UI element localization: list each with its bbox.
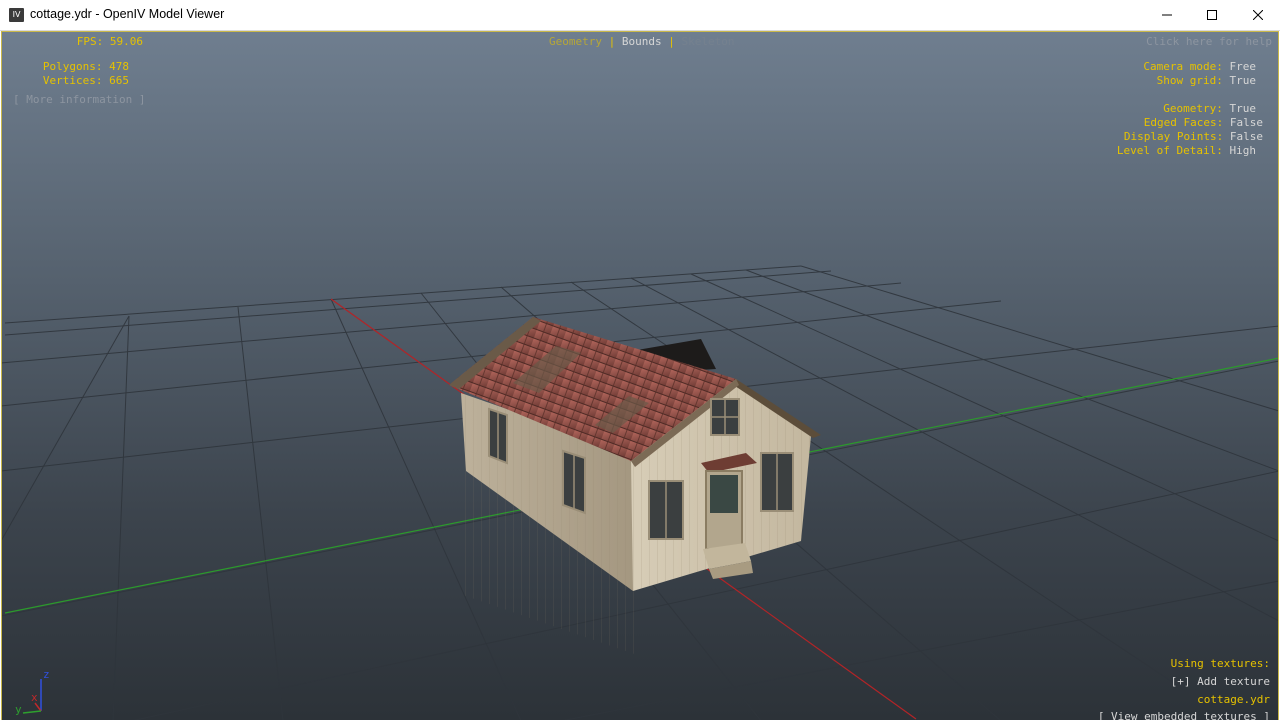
camera-mode-label: Camera mode: [1143,60,1223,73]
fps-label: FPS: [76,35,104,48]
view-mode-tabs: Geometry | Bounds | Skeleton [549,35,734,49]
show-grid-readout[interactable]: Show grid: True [1157,74,1256,88]
show-grid-value: True [1229,74,1257,87]
camera-mode-readout[interactable]: Camera mode: Free [1143,60,1256,74]
show-grid-label: Show grid: [1156,74,1223,87]
texture-file-item[interactable]: cottage.ydr [1197,693,1270,707]
edged-faces-readout[interactable]: Edged Faces: False [1144,116,1263,130]
maximize-button[interactable] [1189,0,1235,30]
camera-mode-value: Free [1229,60,1257,73]
openiv-window: IV cottage.ydr - OpenIV Model Viewer z x… [0,0,1280,720]
tab-separator-2: | [668,35,675,48]
gizmo-z-label: z [43,668,50,681]
scene-3d [2,265,1278,720]
tab-bounds[interactable]: Bounds [622,35,662,48]
maximize-icon [1207,10,1217,20]
edged-faces-value: False [1229,116,1263,129]
view-embedded-textures-link[interactable]: [ View embedded textures ] [1098,710,1270,720]
geometry-value: True [1229,102,1257,115]
level-of-detail-readout[interactable]: Level of Detail: High [1117,144,1256,158]
polygons-readout: Polygons: 478 [22,60,129,74]
tab-geometry[interactable]: Geometry [549,35,602,48]
vertices-value: 665 [109,74,129,87]
title-bar[interactable]: IV cottage.ydr - OpenIV Model Viewer [0,0,1280,31]
polygons-value: 478 [109,60,129,73]
vertices-label: Vertices: [42,74,103,87]
minimize-button[interactable] [1144,0,1190,30]
vertices-readout: Vertices: 665 [22,74,129,88]
help-link[interactable]: Click here for help [1146,35,1272,49]
add-texture-link[interactable]: [+] Add texture [1171,675,1270,689]
using-textures-label: Using textures: [1170,657,1270,670]
tab-separator-1: | [608,35,616,48]
gizmo-y-label: y [15,703,22,716]
model-viewport[interactable]: z x y FPS: 59.06 Polygons: 478 Vertices:… [1,31,1279,720]
fps-value: 59.06 [109,35,143,48]
geometry-readout[interactable]: Geometry: True [1163,102,1256,116]
window-title: cottage.ydr - OpenIV Model Viewer [30,7,225,21]
minimize-icon [1162,14,1172,16]
close-button[interactable] [1235,0,1280,30]
level-of-detail-label: Level of Detail: [1116,144,1223,157]
level-of-detail-value: High [1229,144,1257,157]
tab-skeleton[interactable]: Skeleton [681,35,734,48]
polygons-label: Polygons: [42,60,103,73]
cottage-model [449,317,821,657]
fps-readout: FPS: 59.06 [22,35,143,49]
close-icon [1253,10,1263,20]
display-points-label: Display Points: [1123,130,1224,143]
display-points-readout[interactable]: Display Points: False [1124,130,1263,144]
more-information-link[interactable]: [ More information ] [13,93,145,107]
edged-faces-label: Edged Faces: [1143,116,1224,129]
geometry-label: Geometry: [1163,102,1223,115]
openiv-app-icon: IV [9,8,24,22]
gizmo-x-label: x [31,691,38,704]
display-points-value: False [1229,130,1263,143]
